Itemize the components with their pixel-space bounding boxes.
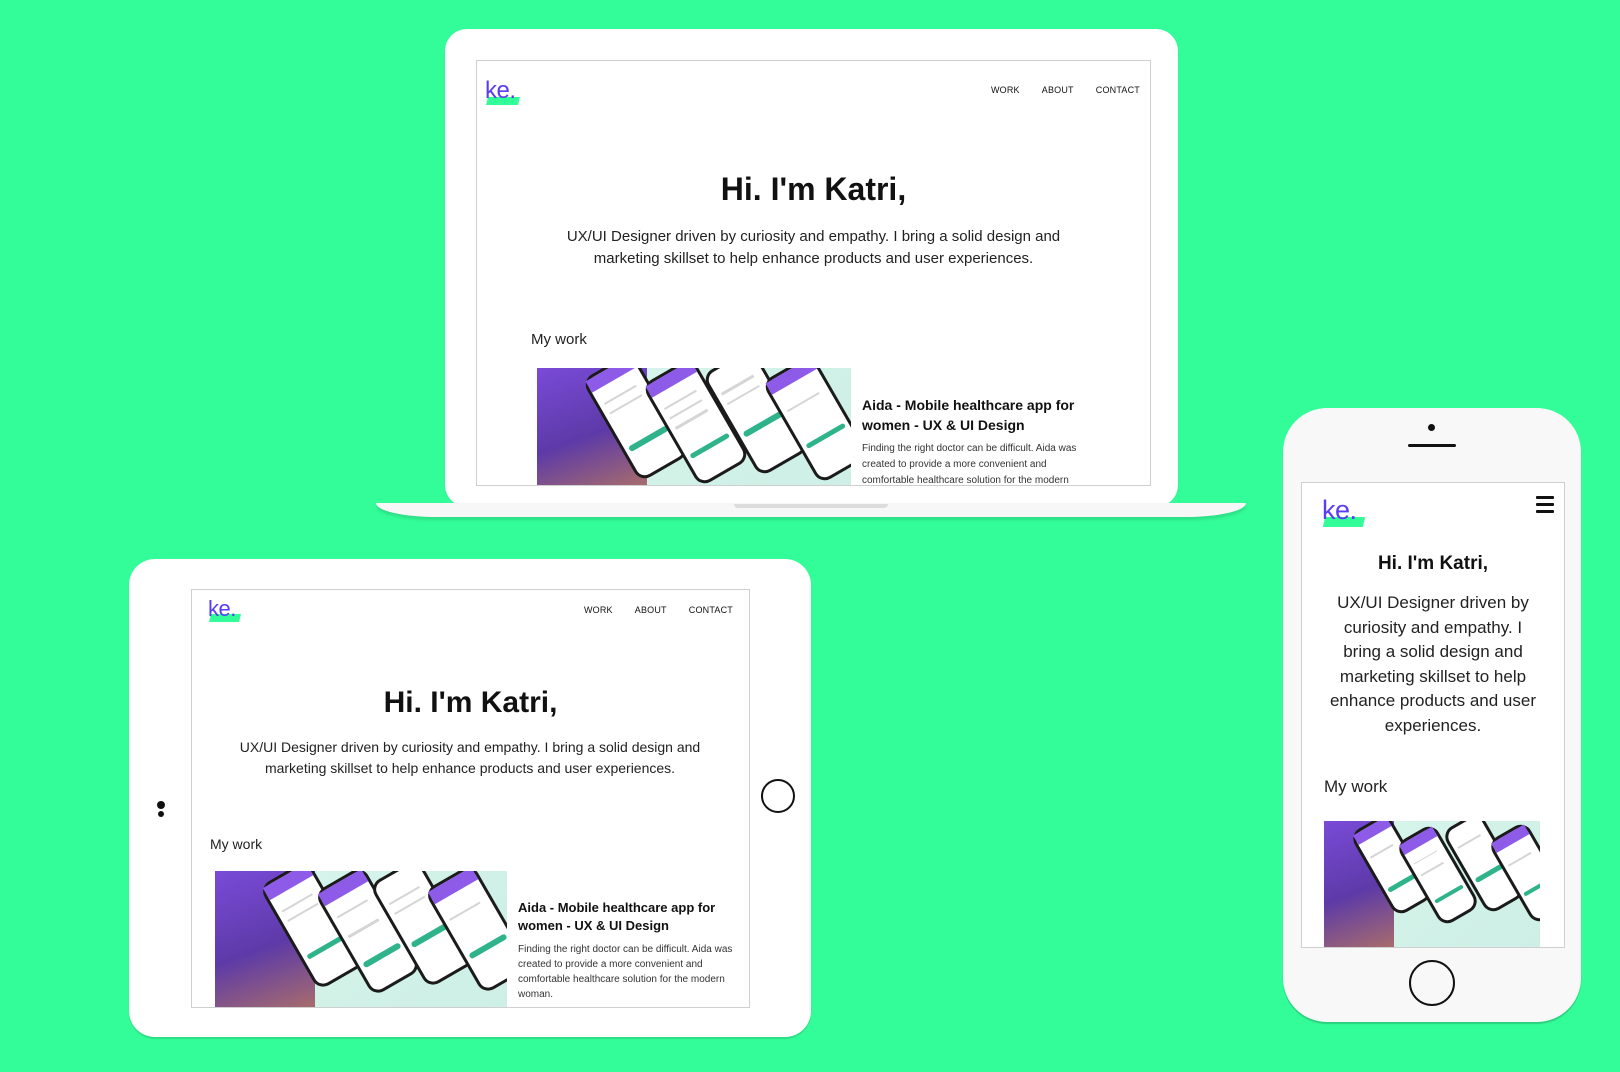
nav-about-link[interactable]: ABOUT (1042, 85, 1074, 95)
project-description: Finding the right doctor can be difficul… (518, 944, 733, 1000)
project-title[interactable]: Aida - Mobile healthcare app for women -… (518, 899, 733, 935)
site-logo[interactable]: ke. (1322, 495, 1366, 527)
phone-screen: ke. Hi. I'm Katri, UX/UI Designer driven… (1301, 482, 1565, 948)
hero-subtitle: UX/UI Designer driven by curiosity and e… (1329, 593, 1537, 735)
hamburger-menu-icon[interactable] (1536, 496, 1554, 517)
nav-work-link[interactable]: WORK (991, 85, 1020, 95)
project-thumbnail[interactable] (537, 368, 851, 485)
site-logo[interactable]: ke. (485, 77, 520, 105)
hero-subtitle: UX/UI Designer driven by curiosity and e… (566, 228, 1061, 267)
hero-subtitle: UX/UI Designer driven by curiosity and e… (239, 739, 701, 776)
main-nav: WORK ABOUT CONTACT (562, 605, 733, 615)
tablet-camera (157, 801, 165, 809)
logo-text: ke. (1322, 495, 1357, 525)
nav-work-link[interactable]: WORK (584, 605, 613, 615)
logo-text: ke. (208, 596, 236, 621)
section-label-my-work: My work (1324, 777, 1388, 796)
nav-about-link[interactable]: ABOUT (635, 605, 667, 615)
hero-title: Hi. I'm Katri, (383, 686, 558, 719)
site-logo[interactable]: ke. (208, 596, 241, 622)
laptop-screen: ke. WORK ABOUT CONTACT Hi. I'm Katri, UX… (476, 60, 1151, 486)
home-button-icon[interactable] (1409, 960, 1455, 1006)
nav-contact-link[interactable]: CONTACT (1096, 85, 1140, 95)
section-label-my-work: My work (210, 836, 263, 852)
phone-speaker (1408, 444, 1456, 447)
laptop-notch (734, 504, 888, 508)
project-thumbnail[interactable] (215, 871, 507, 1007)
phone-camera (1428, 424, 1435, 431)
hero-title: Hi. I'm Katri, (720, 171, 907, 207)
main-nav: WORK ABOUT CONTACT (969, 85, 1140, 95)
logo-text: ke. (485, 77, 516, 104)
project-thumbnail[interactable] (1324, 821, 1540, 947)
hero-title: Hi. I'm Katri, (1377, 553, 1489, 574)
tablet-screen: ke. WORK ABOUT CONTACT Hi. I'm Katri, UX… (191, 589, 750, 1008)
section-label-my-work: My work (531, 331, 587, 348)
project-title[interactable]: Aida - Mobile healthcare app for women -… (862, 395, 1092, 435)
nav-contact-link[interactable]: CONTACT (689, 605, 733, 615)
project-description: Finding the right doctor can be difficul… (862, 443, 1077, 486)
tablet-sensor (158, 811, 164, 817)
home-button-icon[interactable] (761, 779, 795, 813)
